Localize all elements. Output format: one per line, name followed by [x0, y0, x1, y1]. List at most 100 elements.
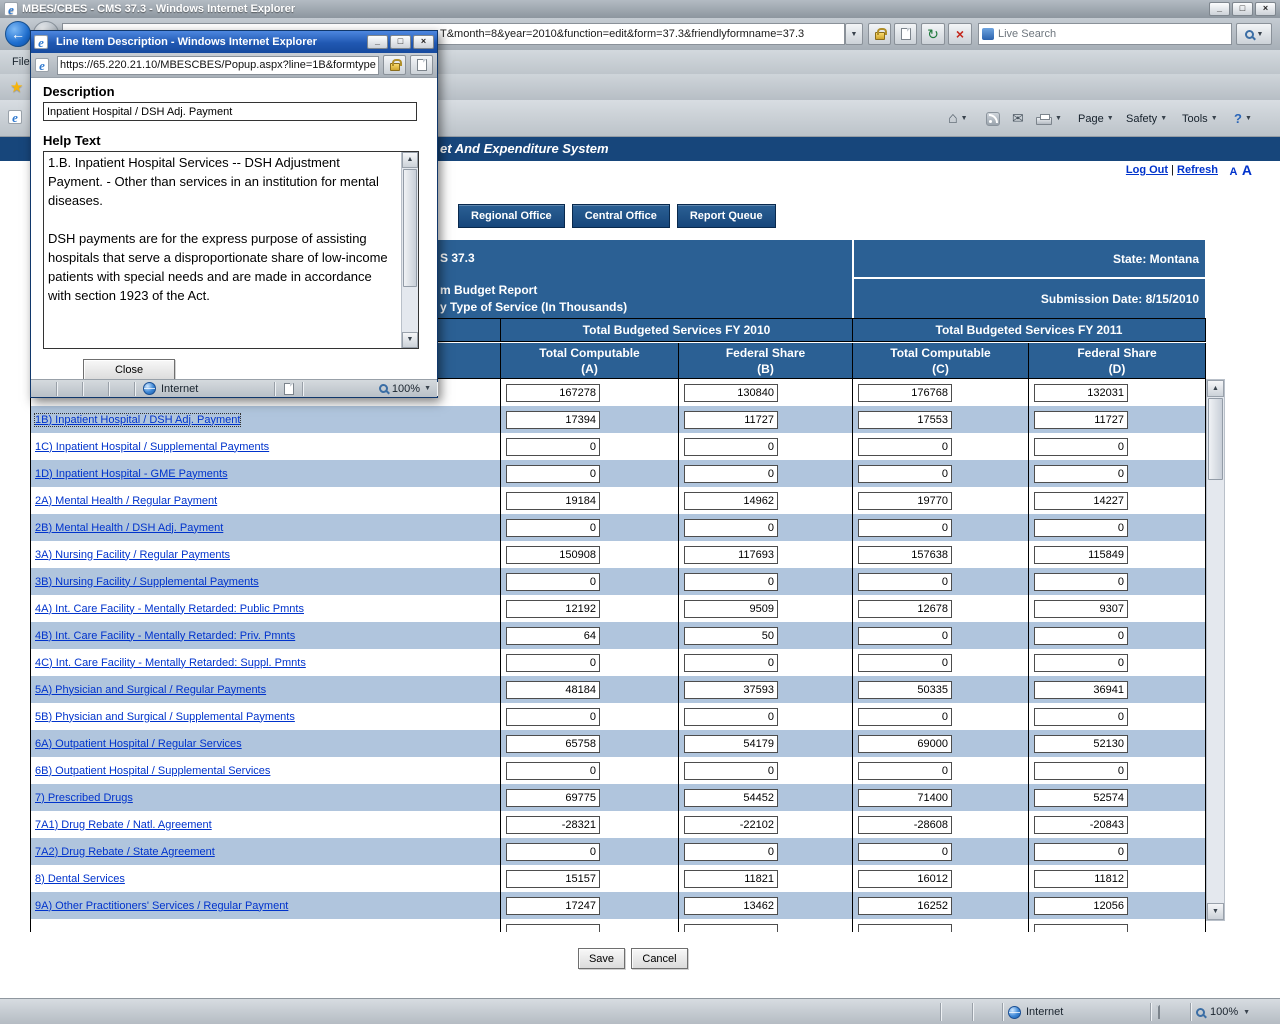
- value-input-d[interactable]: [1034, 492, 1128, 510]
- line-item-link[interactable]: 4A) Int. Care Facility - Mentally Retard…: [35, 603, 304, 615]
- value-input-c[interactable]: [858, 492, 952, 510]
- value-input-a[interactable]: [506, 465, 600, 483]
- help-scroll-down-icon[interactable]: ▼: [402, 332, 418, 348]
- value-input-c[interactable]: [858, 465, 952, 483]
- line-item-link[interactable]: 4C) Int. Care Facility - Mentally Retard…: [35, 657, 306, 669]
- zoom-control[interactable]: 100% ▼: [1196, 999, 1250, 1024]
- value-input-a[interactable]: [506, 546, 600, 564]
- line-item-link[interactable]: 3A) Nursing Facility / Regular Payments: [35, 549, 230, 561]
- value-input-d[interactable]: [1034, 708, 1128, 726]
- value-input-d[interactable]: [1034, 627, 1128, 645]
- line-item-link[interactable]: 7) Prescribed Drugs: [35, 792, 133, 804]
- refresh-icon[interactable]: ↻: [921, 23, 945, 45]
- help-scroll-up-icon[interactable]: ▲: [402, 152, 418, 168]
- value-input-a[interactable]: [506, 708, 600, 726]
- value-input-b[interactable]: [684, 384, 778, 402]
- line-item-link[interactable]: 5A) Physician and Surgical / Regular Pay…: [35, 684, 266, 696]
- popup-minimize-button[interactable]: _: [367, 35, 388, 49]
- value-input-b[interactable]: [684, 897, 778, 915]
- line-item-link[interactable]: 2B) Mental Health / DSH Adj. Payment: [35, 522, 223, 534]
- search-go-button[interactable]: ▼: [1236, 23, 1272, 45]
- search-box[interactable]: [978, 23, 1232, 45]
- value-input-c[interactable]: [858, 735, 952, 753]
- value-input-c[interactable]: [858, 546, 952, 564]
- value-input-d[interactable]: [1034, 411, 1128, 429]
- value-input-c[interactable]: [858, 573, 952, 591]
- line-item-link[interactable]: 6B) Outpatient Hospital / Supplemental S…: [35, 765, 270, 777]
- value-input-a[interactable]: [506, 492, 600, 510]
- tools-menu-button[interactable]: Tools ▼: [1182, 108, 1218, 129]
- compatibility-view-icon[interactable]: [894, 23, 917, 45]
- value-input-a[interactable]: [506, 438, 600, 456]
- value-input-c[interactable]: [858, 681, 952, 699]
- feeds-button[interactable]: [986, 108, 1000, 129]
- value-input-b[interactable]: [684, 816, 778, 834]
- value-input-a[interactable]: [506, 411, 600, 429]
- value-input-d[interactable]: [1034, 519, 1128, 537]
- minimize-button[interactable]: _: [1209, 2, 1230, 16]
- line-item-link[interactable]: 1D) Inpatient Hospital - GME Payments: [35, 468, 228, 480]
- value-input-c[interactable]: [858, 519, 952, 537]
- value-input-b[interactable]: [684, 870, 778, 888]
- value-input-d[interactable]: [1034, 870, 1128, 888]
- value-input-b[interactable]: [684, 573, 778, 591]
- value-input-a[interactable]: [506, 573, 600, 591]
- value-input-a[interactable]: [506, 843, 600, 861]
- value-input-a[interactable]: [506, 924, 600, 933]
- value-input-b[interactable]: [684, 843, 778, 861]
- value-input-c[interactable]: [858, 627, 952, 645]
- line-item-link[interactable]: 9A) Other Practitioners' Services / Regu…: [35, 900, 288, 912]
- value-input-b[interactable]: [684, 681, 778, 699]
- stop-icon[interactable]: ×: [948, 23, 972, 45]
- value-input-b[interactable]: [684, 735, 778, 753]
- value-input-d[interactable]: [1034, 924, 1128, 933]
- page-menu-button[interactable]: Page ▼: [1078, 108, 1114, 129]
- font-decrease-icon[interactable]: A: [1229, 166, 1237, 178]
- value-input-d[interactable]: [1034, 789, 1128, 807]
- line-item-link[interactable]: 7A2) Drug Rebate / State Agreement: [35, 846, 215, 858]
- home-button[interactable]: ⌂ ▼: [948, 108, 968, 129]
- safety-menu-button[interactable]: Safety ▼: [1126, 108, 1167, 129]
- save-button[interactable]: Save: [578, 948, 625, 969]
- value-input-b[interactable]: [684, 519, 778, 537]
- value-input-a[interactable]: [506, 870, 600, 888]
- popup-compatibility-icon[interactable]: [410, 55, 433, 75]
- value-input-b[interactable]: [684, 924, 778, 933]
- log-out-link[interactable]: Log Out: [1126, 164, 1168, 176]
- value-input-b[interactable]: [684, 411, 778, 429]
- value-input-d[interactable]: [1034, 762, 1128, 780]
- value-input-b[interactable]: [684, 438, 778, 456]
- value-input-d[interactable]: [1034, 546, 1128, 564]
- value-input-b[interactable]: [684, 600, 778, 618]
- value-input-b[interactable]: [684, 627, 778, 645]
- value-input-d[interactable]: [1034, 384, 1128, 402]
- value-input-a[interactable]: [506, 654, 600, 672]
- value-input-a[interactable]: [506, 816, 600, 834]
- value-input-c[interactable]: [858, 762, 952, 780]
- value-input-c[interactable]: [858, 411, 952, 429]
- value-input-c[interactable]: [858, 384, 952, 402]
- value-input-b[interactable]: [684, 708, 778, 726]
- value-input-d[interactable]: [1034, 654, 1128, 672]
- popup-maximize-button[interactable]: □: [390, 35, 411, 49]
- value-input-c[interactable]: [858, 654, 952, 672]
- value-input-b[interactable]: [684, 465, 778, 483]
- value-input-a[interactable]: [506, 600, 600, 618]
- value-input-d[interactable]: [1034, 735, 1128, 753]
- value-input-c[interactable]: [858, 870, 952, 888]
- value-input-d[interactable]: [1034, 816, 1128, 834]
- value-input-b[interactable]: [684, 789, 778, 807]
- value-input-c[interactable]: [858, 708, 952, 726]
- line-item-link[interactable]: 6A) Outpatient Hospital / Regular Servic…: [35, 738, 242, 750]
- grid-scrollbar[interactable]: ▲ ▼: [1206, 379, 1225, 921]
- help-menu-button[interactable]: ? ▼: [1234, 108, 1252, 129]
- popup-close-button[interactable]: ×: [413, 35, 434, 49]
- value-input-c[interactable]: [858, 816, 952, 834]
- line-item-link[interactable]: 4B) Int. Care Facility - Mentally Retard…: [35, 630, 295, 642]
- maximize-button[interactable]: □: [1232, 2, 1253, 16]
- description-input[interactable]: [43, 102, 417, 121]
- value-input-c[interactable]: [858, 897, 952, 915]
- font-increase-icon[interactable]: A: [1242, 162, 1252, 178]
- favorites-star-icon[interactable]: ★: [10, 78, 23, 96]
- value-input-b[interactable]: [684, 546, 778, 564]
